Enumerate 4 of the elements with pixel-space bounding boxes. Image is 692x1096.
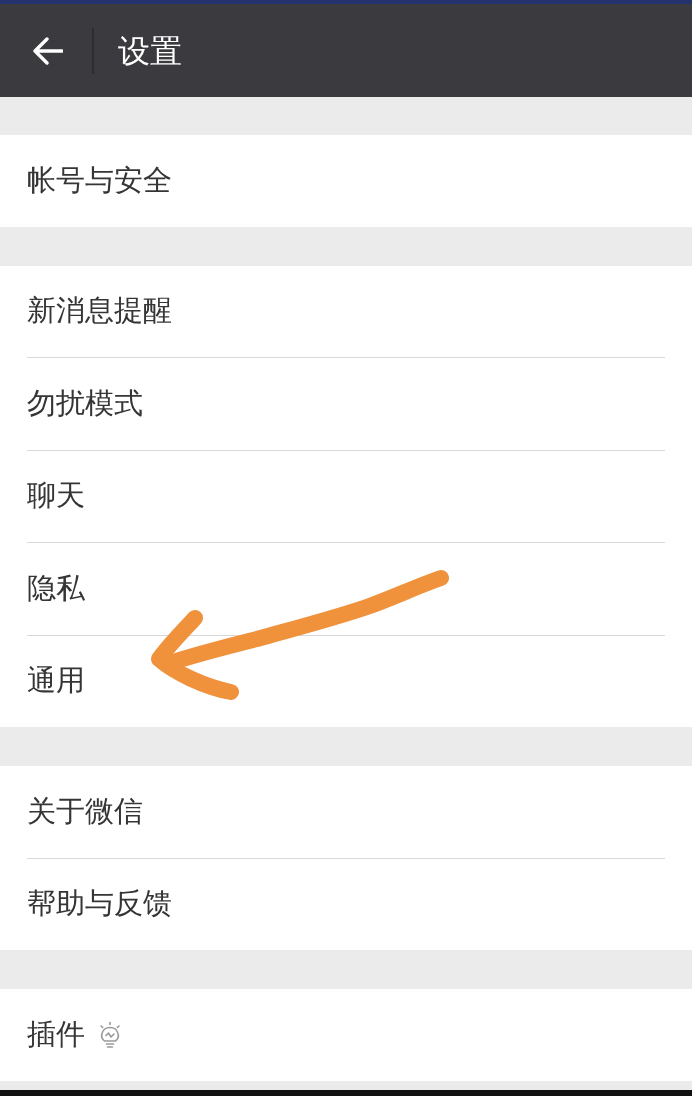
back-arrow-icon — [33, 36, 63, 65]
page-title: 设置 — [118, 30, 182, 71]
back-button[interactable] — [33, 36, 63, 65]
lightbulb-icon — [99, 1020, 121, 1049]
